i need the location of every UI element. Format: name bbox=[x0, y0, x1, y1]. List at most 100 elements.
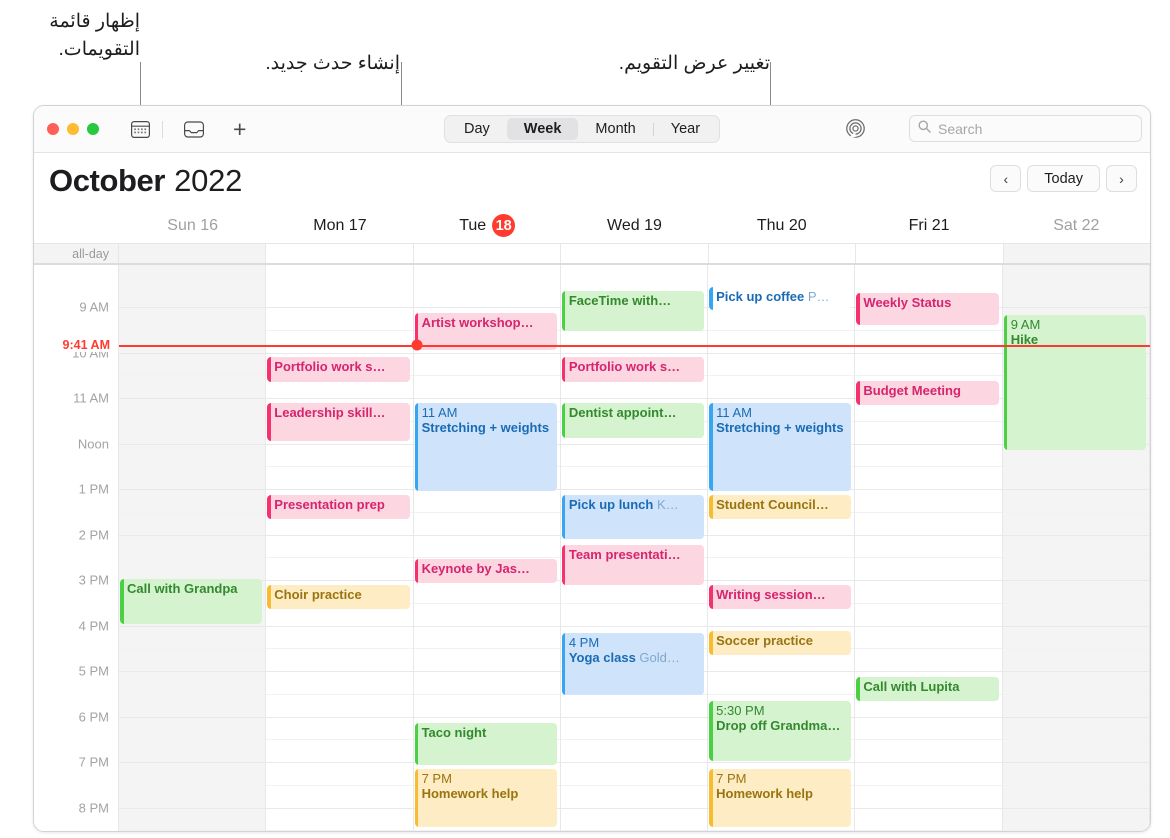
minimize-button[interactable] bbox=[67, 123, 79, 135]
calendar-event[interactable]: Pick up coffee P… bbox=[709, 287, 852, 310]
half-hour-gridline bbox=[560, 602, 708, 604]
day-column-fri[interactable]: Weekly Status Budget Meeting Call with Lup… bbox=[855, 265, 1003, 831]
calendar-event[interactable]: 11 AM Stretching + weights bbox=[414, 403, 557, 491]
calendar-event[interactable]: 7 PM Homework help bbox=[709, 769, 852, 827]
half-hour-gridline bbox=[413, 830, 560, 831]
calendar-event[interactable]: FaceTime with… bbox=[561, 291, 705, 331]
calendar-event[interactable]: 5:30 PM Drop off Grandma… bbox=[709, 701, 852, 761]
all-day-cell-fri[interactable] bbox=[856, 244, 1004, 263]
day-column-mon[interactable]: Portfolio work s… Leadership skill… Presen… bbox=[266, 265, 414, 831]
day-header-sun[interactable]: Sun 16 bbox=[119, 208, 266, 243]
day-column-sun[interactable]: Call with Grandpa bbox=[119, 265, 267, 831]
hour-gridline bbox=[413, 398, 560, 399]
day-header-thu[interactable]: Thu 20 bbox=[708, 208, 855, 243]
hour-gridline bbox=[1002, 762, 1149, 763]
half-hour-gridline bbox=[413, 375, 560, 377]
calendar-event[interactable]: Student Council… bbox=[709, 495, 852, 519]
half-hour-gridline bbox=[119, 375, 266, 377]
half-hour-gridline bbox=[119, 693, 266, 695]
day-header-row: Sun 16 Mon 17 Tue 18 Wed 19 Thu 20 Fri 2… bbox=[34, 208, 1150, 243]
calendar-event[interactable]: Writing session… bbox=[709, 585, 852, 609]
event-color-bar bbox=[709, 287, 713, 310]
calendar-event[interactable]: Budget Meeting bbox=[856, 381, 999, 405]
day-header-mon[interactable]: Mon 17 bbox=[266, 208, 413, 243]
all-day-cell-mon[interactable] bbox=[266, 244, 414, 263]
half-hour-gridline bbox=[1002, 511, 1149, 513]
toolbar-divider bbox=[162, 120, 163, 138]
day-header-wed[interactable]: Wed 19 bbox=[561, 208, 708, 243]
all-day-cell-sun[interactable] bbox=[119, 244, 267, 263]
day-header-sat[interactable]: Sat 22 bbox=[1003, 208, 1150, 243]
half-hour-gridline bbox=[855, 466, 1002, 468]
hour-gridline bbox=[119, 352, 266, 354]
inbox-icon[interactable] bbox=[183, 120, 205, 138]
half-hour-gridline bbox=[119, 466, 266, 468]
calendar-event[interactable]: Taco night bbox=[414, 723, 557, 765]
close-button[interactable] bbox=[47, 123, 59, 135]
day-column-thu[interactable]: Pick up coffee P… 11 AM Stretching + weigh… bbox=[708, 265, 856, 831]
time-label: 8 PM bbox=[78, 800, 109, 815]
all-day-cell-sat[interactable] bbox=[1003, 244, 1150, 263]
day-column-sat[interactable]: 9 AM Hike bbox=[1002, 265, 1150, 831]
calendar-event[interactable]: Call with Grandpa bbox=[120, 579, 263, 624]
calendar-event[interactable]: Portfolio work s… bbox=[561, 357, 705, 382]
calendar-event[interactable]: Portfolio work s… bbox=[267, 357, 410, 382]
calendar-event[interactable]: 11 AM Stretching + weights bbox=[709, 403, 852, 491]
event-title: Pick up lunch K… bbox=[568, 497, 679, 512]
hour-gridline bbox=[560, 625, 708, 627]
hour-gridline bbox=[119, 489, 266, 490]
day-column-tue[interactable]: Artist workshop… 11 AM Stretching + weight… bbox=[413, 265, 561, 831]
time-label: 3 PM bbox=[78, 572, 109, 588]
view-tab-day[interactable]: Day bbox=[447, 118, 507, 140]
event-title: Leadership skill… bbox=[274, 405, 386, 420]
calendar-sidebar-icon[interactable] bbox=[131, 120, 150, 138]
calendar-event[interactable]: Choir practice bbox=[267, 585, 410, 609]
event-location: Gold… bbox=[635, 650, 680, 665]
event-color-bar bbox=[561, 495, 566, 539]
day-header-fri[interactable]: Fri 21 bbox=[855, 208, 1002, 243]
calendar-event[interactable]: Call with Lupita bbox=[856, 677, 999, 701]
day-header-tue-today[interactable]: Tue 18 bbox=[414, 208, 561, 243]
today-button[interactable]: Today bbox=[1027, 165, 1100, 192]
event-color-bar bbox=[414, 559, 419, 583]
window-controls bbox=[47, 123, 99, 135]
time-gutter: 9 AM 10 AM 11 AM Noon 1 PM 2 PM 3 PM 4 PM 5 PM 6 … bbox=[34, 265, 119, 831]
calendar-event[interactable]: Weekly Status bbox=[856, 293, 999, 325]
event-color-bar bbox=[709, 701, 713, 761]
day-column-wed[interactable]: FaceTime with… Portfolio work s… Dentist a… bbox=[560, 265, 709, 831]
add-event-button[interactable]: + bbox=[233, 117, 246, 141]
day-header-label: Mon 17 bbox=[313, 216, 367, 234]
hour-gridline bbox=[1002, 671, 1149, 672]
airplay-icon[interactable] bbox=[846, 119, 865, 138]
view-tab-year[interactable]: Year bbox=[654, 118, 717, 140]
hour-gridline bbox=[855, 489, 1002, 490]
next-week-button[interactable]: › bbox=[1106, 165, 1137, 192]
event-title: Budget Meeting bbox=[863, 383, 961, 398]
calendar-event[interactable]: Pick up lunch K… bbox=[561, 495, 705, 539]
half-hour-gridline bbox=[119, 648, 266, 650]
calendar-event[interactable]: Team presentati… bbox=[561, 545, 705, 585]
all-day-cell-thu[interactable] bbox=[708, 244, 857, 263]
half-hour-gridline bbox=[119, 511, 266, 513]
half-hour-gridline bbox=[119, 420, 266, 422]
calendar-event[interactable]: Keynote by Jas… bbox=[414, 559, 557, 583]
calendar-event[interactable]: 7 PM Homework help bbox=[414, 769, 557, 827]
view-tab-week[interactable]: Week bbox=[506, 118, 579, 140]
previous-week-button[interactable]: ‹ bbox=[990, 165, 1022, 192]
hour-gridline bbox=[560, 762, 708, 763]
calendar-event[interactable]: Presentation prep bbox=[267, 495, 410, 519]
maximize-button[interactable] bbox=[87, 123, 99, 135]
calendar-view-segmented-control[interactable]: Day Week Month Year bbox=[444, 115, 721, 143]
calendar-event[interactable]: 9 AM Hike bbox=[1003, 315, 1146, 450]
today-date-badge: 18 bbox=[492, 214, 516, 237]
calendar-event[interactable]: 4 PM Yoga class Gold… bbox=[561, 633, 705, 695]
calendar-event[interactable]: Dentist appoint… bbox=[561, 403, 705, 438]
half-hour-gridline bbox=[1002, 602, 1149, 604]
search-input[interactable]: Search bbox=[909, 115, 1142, 142]
all-day-cell-tue[interactable] bbox=[413, 244, 562, 263]
calendar-event[interactable]: Leadership skill… bbox=[267, 403, 410, 441]
event-title: Portfolio work s… bbox=[274, 359, 386, 374]
view-tab-month[interactable]: Month bbox=[578, 118, 652, 140]
calendar-event[interactable]: Soccer practice bbox=[709, 631, 852, 655]
all-day-cell-wed[interactable] bbox=[561, 244, 709, 263]
